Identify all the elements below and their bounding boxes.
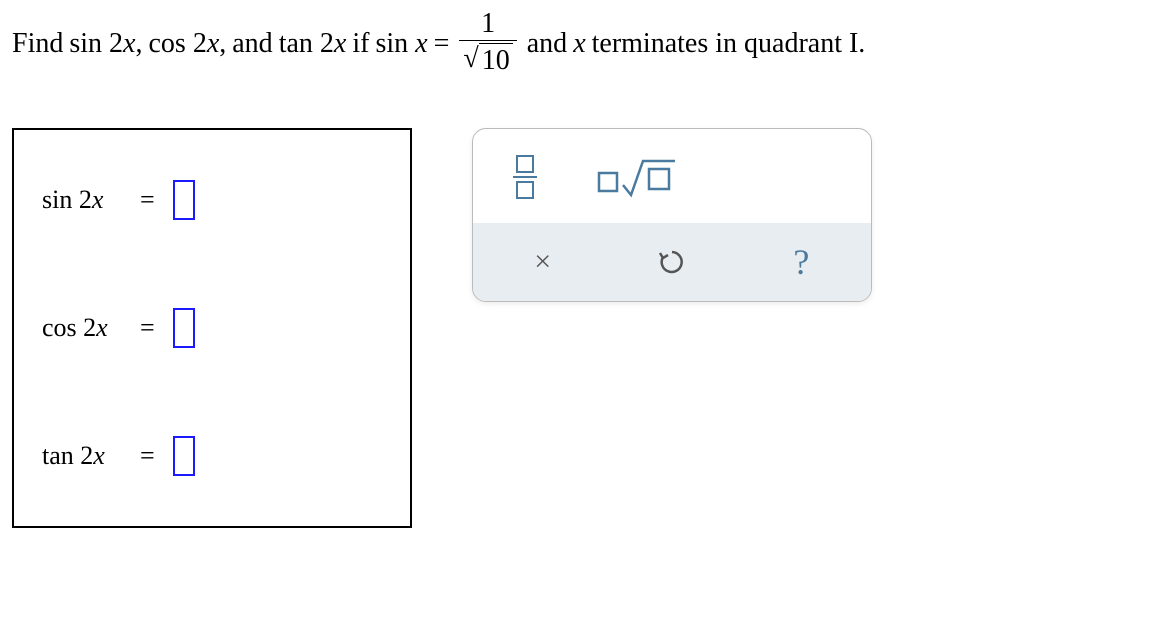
answer-label: sin 2x: [42, 185, 122, 215]
question-prefix: Find: [12, 28, 63, 60]
equals-sign: =: [140, 185, 155, 215]
radical-icon: √: [463, 45, 478, 73]
answer-input-tan2x[interactable]: [173, 436, 195, 476]
answer-row-sin: sin 2x =: [42, 180, 382, 220]
term-cos2x: cos 2x,: [148, 28, 226, 60]
undo-icon: [657, 247, 687, 277]
sqrt-radicand: 10: [479, 43, 513, 78]
answer-label: cos 2x: [42, 313, 122, 343]
sqrt-expression: √ 10: [463, 43, 512, 78]
question-text: Find sin 2x, cos 2x, and tan 2x if sin x…: [12, 10, 1151, 78]
if-text: if: [352, 28, 369, 60]
term-tan2x: tan 2x: [279, 28, 347, 60]
answer-panel: sin 2x = cos 2x = tan 2x =: [12, 128, 412, 528]
answer-row-tan: tan 2x =: [42, 436, 382, 476]
fraction-numerator: 1: [477, 10, 499, 40]
fraction-icon: [513, 155, 537, 199]
math-toolbar: × ?: [472, 128, 872, 302]
fraction-denominator: √ 10: [459, 40, 516, 78]
close-icon: ×: [534, 245, 551, 279]
equals-sign: =: [140, 313, 155, 343]
help-icon: ?: [793, 241, 809, 283]
suffix-text: terminates in quadrant I.: [592, 28, 866, 60]
suffix-var: x: [573, 28, 585, 60]
sqrt-tool-button[interactable]: [587, 149, 689, 205]
toolbar-insert-row: [473, 129, 871, 223]
toolbar-action-row: × ?: [473, 223, 871, 301]
answer-input-sin2x[interactable]: [173, 180, 195, 220]
equals-sign: =: [434, 28, 450, 60]
undo-button[interactable]: [612, 235, 731, 289]
answer-input-cos2x[interactable]: [173, 308, 195, 348]
answer-label: tan 2x: [42, 441, 122, 471]
term-sin2x: sin 2x,: [69, 28, 142, 60]
fraction-tool-button[interactable]: [503, 149, 547, 205]
sqrt-icon: [597, 155, 679, 199]
equals-sign: =: [140, 441, 155, 471]
suffix-and: and: [527, 28, 567, 60]
connector-and: and: [232, 28, 272, 60]
given-fraction: 1 √ 10: [459, 10, 516, 78]
answer-row-cos: cos 2x =: [42, 308, 382, 348]
help-button[interactable]: ?: [742, 235, 861, 289]
given-lhs: sin x: [375, 28, 427, 60]
clear-button[interactable]: ×: [483, 235, 602, 289]
